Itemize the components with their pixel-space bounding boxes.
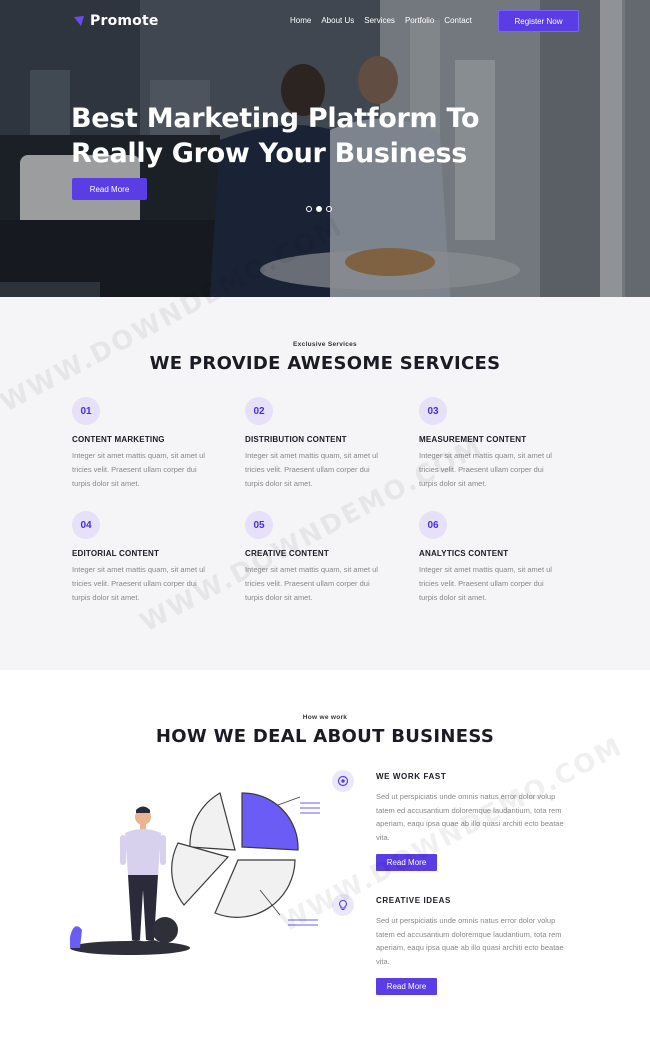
feature-title: CREATIVE IDEAS xyxy=(376,896,451,905)
nav-links: Home About Us Services Portfolio Contact xyxy=(290,16,482,25)
how-title: HOW WE DEAL ABOUT BUSINESS xyxy=(155,726,495,747)
service-description: Integer sit amet mattis quam, sit amet u… xyxy=(245,565,378,602)
service-description: Integer sit amet mattis quam, sit amet u… xyxy=(419,565,552,602)
services-eyebrow: Exclusive Services xyxy=(293,341,357,348)
nav-link-contact[interactable]: Contact xyxy=(444,16,472,25)
service-number-badge: 03 xyxy=(419,397,447,425)
service-title: CONTENT MARKETING xyxy=(72,435,165,444)
feature-description: Sed ut perspiciatis unde omnis natus err… xyxy=(376,916,564,966)
nav-link-portfolio[interactable]: Portfolio xyxy=(405,16,434,25)
business-illustration xyxy=(70,792,320,955)
hero-title: Best Marketing Platform To Really Grow Y… xyxy=(71,101,531,171)
service-number-badge: 06 xyxy=(419,511,447,539)
service-number-badge: 02 xyxy=(245,397,273,425)
service-card: 02 DISTRIBUTION CONTENT Integer sit amet… xyxy=(245,397,405,491)
logo[interactable]: Promote xyxy=(72,13,159,29)
feature-read-more-button[interactable]: Read More xyxy=(376,854,437,871)
service-description: Integer sit amet mattis quam, sit amet u… xyxy=(72,451,205,488)
service-title: MEASUREMENT CONTENT xyxy=(419,435,527,444)
service-title: EDITORIAL CONTENT xyxy=(72,549,160,558)
slider-dot-2[interactable] xyxy=(316,206,322,212)
logo-mark-icon xyxy=(74,16,84,26)
lightbulb-icon xyxy=(332,894,354,916)
service-number-badge: 04 xyxy=(72,511,100,539)
service-title: CREATIVE CONTENT xyxy=(245,549,329,558)
feature-title: WE WORK FAST xyxy=(376,772,447,781)
service-card: 03 MEASUREMENT CONTENT Integer sit amet … xyxy=(419,397,579,491)
slider-dots xyxy=(306,206,332,212)
how-eyebrow: How we work xyxy=(302,714,348,721)
service-card: 05 CREATIVE CONTENT Integer sit amet mat… xyxy=(245,511,405,605)
services-title: WE PROVIDE AWESOME SERVICES xyxy=(149,353,501,374)
slider-dot-1[interactable] xyxy=(306,206,312,212)
services-section: Exclusive Services WE PROVIDE AWESOME SE… xyxy=(0,297,650,670)
target-icon xyxy=(332,770,354,792)
slider-dot-3[interactable] xyxy=(326,206,332,212)
hero-section: Promote Home About Us Services Portfolio… xyxy=(0,0,650,297)
service-title: DISTRIBUTION CONTENT xyxy=(245,435,347,444)
top-navigation: Promote Home About Us Services Portfolio… xyxy=(0,0,650,42)
service-number-badge: 01 xyxy=(72,397,100,425)
service-description: Integer sit amet mattis quam, sit amet u… xyxy=(419,451,552,488)
logo-text: Promote xyxy=(90,13,159,29)
hero-title-line-2: Really Grow Your Business xyxy=(71,138,468,169)
how-we-work-section: How we work HOW WE DEAL ABOUT BUSINESS W… xyxy=(0,670,650,1053)
feature-read-more-button[interactable]: Read More xyxy=(376,978,437,995)
nav-link-services[interactable]: Services xyxy=(364,16,395,25)
hero-read-more-button[interactable]: Read More xyxy=(72,178,147,200)
service-title: ANALYTICS CONTENT xyxy=(419,549,509,558)
register-now-button[interactable]: Register Now xyxy=(498,10,579,32)
service-description: Integer sit amet mattis quam, sit amet u… xyxy=(72,565,205,602)
service-card: 01 CONTENT MARKETING Integer sit amet ma… xyxy=(72,397,232,491)
service-number-badge: 05 xyxy=(245,511,273,539)
feature-we-work-fast: WE WORK FAST Sed ut perspiciatis unde om… xyxy=(332,770,592,875)
nav-link-home[interactable]: Home xyxy=(290,16,311,25)
hero-title-line-1: Best Marketing Platform To xyxy=(71,103,480,134)
feature-creative-ideas: CREATIVE IDEAS Sed ut perspiciatis unde … xyxy=(332,894,592,999)
service-description: Integer sit amet mattis quam, sit amet u… xyxy=(245,451,378,488)
nav-link-about-us[interactable]: About Us xyxy=(321,16,354,25)
service-card: 06 ANALYTICS CONTENT Integer sit amet ma… xyxy=(419,511,579,605)
service-card: 04 EDITORIAL CONTENT Integer sit amet ma… xyxy=(72,511,232,605)
feature-description: Sed ut perspiciatis unde omnis natus err… xyxy=(376,792,564,842)
